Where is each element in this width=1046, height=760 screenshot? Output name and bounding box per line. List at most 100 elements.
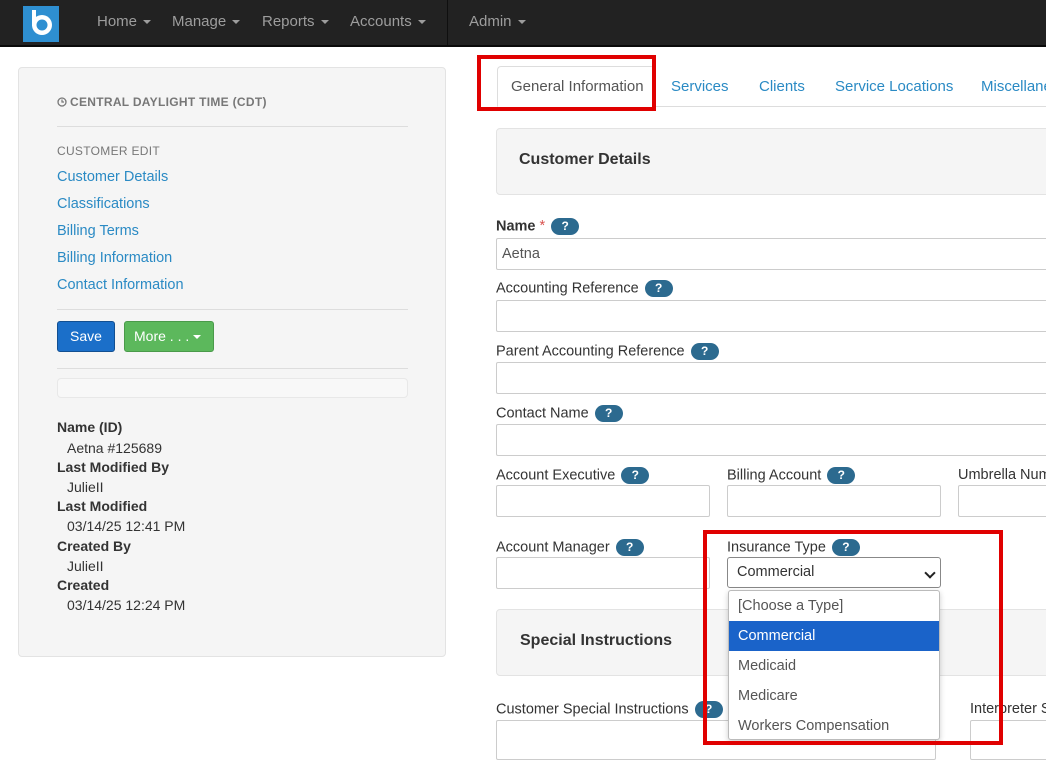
name-label: Name *? [496, 218, 580, 235]
account-manager-field[interactable] [496, 557, 710, 589]
meta-created-value: 03/14/25 12:24 PM [67, 597, 186, 613]
meta-last-modified-by-label: Last Modified By [57, 459, 170, 475]
interpreter-special-instructions-label: Interpreter S [970, 701, 1046, 717]
tab-miscellaneous[interactable]: Miscellane [981, 78, 1046, 95]
divider [57, 368, 408, 369]
accounting-reference-label-text: Accounting Reference [496, 280, 639, 297]
chevron-down-icon [320, 20, 329, 25]
help-icon[interactable]: ? [690, 343, 719, 360]
umbrella-field[interactable] [958, 485, 1046, 517]
meta-name-id-label: Name (ID) [57, 419, 123, 435]
meta-created-by-label: Created By [57, 538, 131, 554]
nav-divider [447, 0, 448, 45]
help-icon[interactable]: ? [621, 467, 650, 484]
billing-account-label-text: Billing Account [727, 467, 822, 484]
special-instructions-title: Special Instructions [520, 632, 673, 649]
account-executive-field[interactable] [496, 485, 710, 517]
save-button[interactable]: Save [57, 321, 115, 352]
customer-edit-header: CUSTOMER EDIT [57, 144, 161, 158]
contact-name-label-text: Contact Name [496, 405, 589, 422]
help-icon[interactable]: ? [615, 539, 644, 556]
nav-admin[interactable]: Admin [469, 13, 526, 30]
insurance-type-label-text: Insurance Type [727, 539, 826, 556]
dropdown-option-commercial[interactable]: Commercial [729, 621, 939, 651]
insurance-type-label: Insurance Type? [727, 539, 860, 556]
nav-reports-label: Reports [262, 13, 315, 30]
accounting-reference-label: Accounting Reference? [496, 280, 673, 297]
help-icon[interactable]: ? [551, 218, 580, 235]
account-executive-label: Account Executive? [496, 467, 650, 484]
dropdown-option-medicare[interactable]: Medicare [729, 681, 939, 711]
help-icon[interactable]: ? [827, 467, 856, 484]
dropdown-option-workers-compensation[interactable]: Workers Compensation [729, 711, 939, 741]
nav-accounts[interactable]: Accounts [350, 13, 426, 30]
help-icon[interactable]: ? [594, 405, 623, 422]
meta-name-id-value: Aetna #125689 [67, 440, 162, 456]
tab-clients[interactable]: Clients [759, 78, 805, 95]
name-field[interactable]: Aetna [496, 238, 1046, 270]
insurance-type-selected-value: Commercial [737, 564, 815, 580]
accounting-reference-field[interactable] [496, 300, 1046, 332]
contact-name-field[interactable] [496, 424, 1046, 456]
nav-home-label: Home [97, 13, 138, 30]
help-icon[interactable]: ? [694, 701, 723, 718]
contact-name-label: Contact Name? [496, 405, 623, 422]
meta-last-modified-value: 03/14/25 12:41 PM [67, 518, 186, 534]
account-manager-label: Account Manager? [496, 539, 644, 556]
sidebar-link-billing-terms[interactable]: Billing Terms [57, 223, 139, 239]
name-label-text: Name [496, 218, 536, 235]
divider [57, 309, 408, 310]
interpreter-special-instructions-textarea[interactable] [970, 720, 1046, 760]
billing-account-label: Billing Account? [727, 467, 856, 484]
meta-last-modified-by-value: JulieII [67, 479, 104, 495]
customer-special-instructions-label-text: Customer Special Instructions [496, 701, 689, 718]
umbrella-label: Umbrella Num [958, 467, 1046, 483]
sidebar-link-contact-information[interactable]: Contact Information [57, 277, 184, 293]
dropdown-option-medicaid[interactable]: Medicaid [729, 651, 939, 681]
help-icon[interactable]: ? [831, 539, 860, 556]
account-manager-label-text: Account Manager [496, 539, 610, 556]
nav-reports[interactable]: Reports [262, 13, 329, 30]
sidebar-well [57, 378, 408, 398]
timezone-text: CENTRAL DAYLIGHT TIME (CDT) [70, 95, 267, 109]
chevron-down-icon [517, 20, 526, 25]
account-executive-label-text: Account Executive [496, 467, 616, 484]
nav-home[interactable]: Home [97, 13, 152, 30]
app-logo-icon[interactable] [23, 6, 59, 42]
chevron-down-icon [924, 567, 936, 579]
more-actions-button[interactable]: More . . . [124, 321, 214, 352]
tab-service-locations[interactable]: Service Locations [835, 78, 953, 95]
nav-manage[interactable]: Manage [172, 13, 241, 30]
parent-accounting-reference-label-text: Parent Accounting Reference [496, 343, 685, 360]
divider [57, 126, 408, 127]
help-icon[interactable]: ? [644, 280, 673, 297]
sidebar-link-billing-information[interactable]: Billing Information [57, 250, 172, 266]
parent-accounting-reference-label: Parent Accounting Reference? [496, 343, 719, 360]
more-actions-label: More . . . [134, 328, 190, 344]
customer-details-title: Customer Details [519, 151, 651, 168]
sidebar-link-customer-details[interactable]: Customer Details [57, 169, 168, 185]
insurance-type-select[interactable]: Commercial [727, 557, 941, 588]
tab-services[interactable]: Services [671, 78, 729, 95]
chevron-down-icon [193, 335, 202, 340]
tab-general-information-label[interactable]: General Information [511, 78, 644, 95]
clock-icon [57, 97, 67, 107]
chevron-down-icon [417, 20, 426, 25]
chevron-down-icon [232, 20, 241, 25]
insurance-type-dropdown: [Choose a Type] Commercial Medicaid Medi… [728, 590, 940, 740]
chevron-down-icon [143, 20, 152, 25]
nav-manage-label: Manage [172, 13, 227, 30]
parent-accounting-reference-field[interactable] [496, 362, 1046, 394]
sidebar-link-classifications[interactable]: Classifications [57, 196, 150, 212]
top-navbar: Home Manage Reports Accounts Admin [0, 0, 1046, 47]
dropdown-option-choose[interactable]: [Choose a Type] [729, 591, 939, 621]
timezone-label: CENTRAL DAYLIGHT TIME (CDT) [57, 95, 267, 109]
meta-created-by-value: JulieII [67, 558, 104, 574]
required-asterisk: * [539, 218, 546, 235]
billing-account-field[interactable] [727, 485, 941, 517]
customer-special-instructions-label: Customer Special Instructions? [496, 701, 723, 718]
nav-admin-label: Admin [469, 13, 512, 30]
meta-last-modified-label: Last Modified [57, 498, 148, 514]
meta-created-label: Created [57, 577, 110, 593]
nav-accounts-label: Accounts [350, 13, 412, 30]
